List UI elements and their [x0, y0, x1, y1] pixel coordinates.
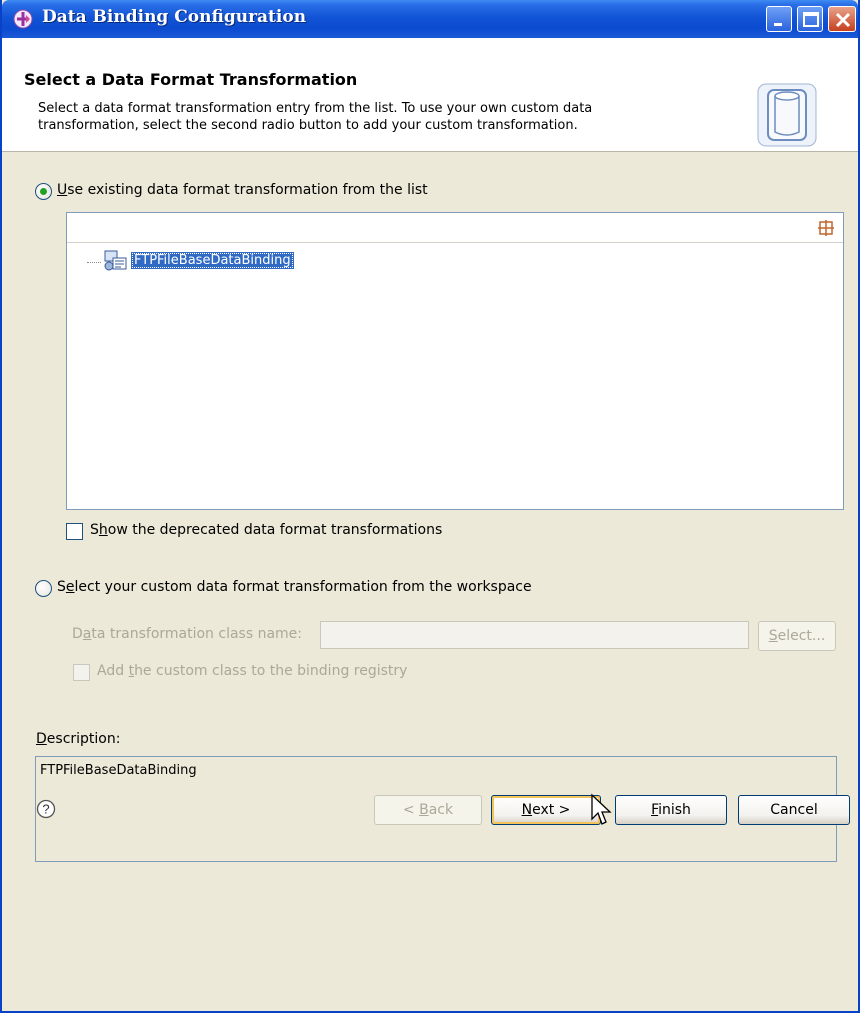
data-cylinder-icon	[757, 83, 817, 147]
transformation-tree[interactable]: FTPFileBaseDataBinding	[66, 212, 844, 510]
close-button[interactable]	[828, 6, 856, 32]
title-bar[interactable]: Data Binding Configuration	[2, 0, 858, 38]
expand-all-icon[interactable]	[817, 219, 835, 237]
show-deprecated-checkbox[interactable]	[66, 523, 83, 540]
class-name-label: Data transformation class name:	[72, 626, 302, 642]
description-text: FTPFileBaseDataBinding	[40, 763, 197, 778]
minimize-icon	[774, 23, 782, 26]
select-class-button[interactable]: Select...	[758, 621, 836, 651]
page-title: Select a Data Format Transformation	[24, 70, 358, 89]
svg-text:?: ?	[42, 802, 49, 817]
wizard-banner: Select a Data Format Transformation Sele…	[2, 38, 858, 152]
class-name-field[interactable]	[320, 621, 749, 649]
tree-item-ftpfilebasedatabinding[interactable]: FTPFileBaseDataBinding	[131, 252, 294, 269]
app-icon	[13, 9, 33, 29]
tree-connector	[87, 262, 101, 263]
description-line-1: Select a data format transformation entr…	[38, 101, 593, 116]
back-button[interactable]: < Back	[374, 795, 482, 825]
help-icon[interactable]: ?	[36, 799, 56, 819]
data-binding-icon	[104, 250, 127, 271]
use-existing-radio[interactable]	[35, 183, 52, 200]
cancel-button[interactable]: Cancel	[738, 795, 850, 825]
maximize-icon	[803, 12, 819, 27]
finish-button[interactable]: Finish	[615, 795, 727, 825]
add-to-registry-checkbox[interactable]	[73, 664, 90, 681]
mouse-pointer-icon	[591, 793, 612, 825]
custom-transformation-label[interactable]: Select your custom data format transform…	[57, 579, 532, 595]
add-to-registry-label: Add the custom class to the binding regi…	[97, 663, 408, 679]
minimize-button[interactable]	[766, 6, 792, 32]
show-deprecated-label[interactable]: Show the deprecated data format transfor…	[90, 522, 442, 538]
close-icon	[835, 12, 851, 28]
data-binding-dialog: Data Binding Configuration Select a Data…	[0, 0, 860, 1013]
description-line-2: transformation, select the second radio …	[38, 118, 578, 133]
next-button[interactable]: Next >	[491, 795, 601, 825]
use-existing-label[interactable]: Use existing data format transformation …	[57, 182, 428, 198]
page-description: Select a data format transformation entr…	[38, 100, 738, 134]
custom-transformation-radio[interactable]	[35, 580, 52, 597]
description-label: Description:	[36, 731, 121, 747]
tree-toolbar	[67, 213, 843, 243]
maximize-button[interactable]	[797, 6, 823, 32]
window-title: Data Binding Configuration	[42, 7, 307, 27]
